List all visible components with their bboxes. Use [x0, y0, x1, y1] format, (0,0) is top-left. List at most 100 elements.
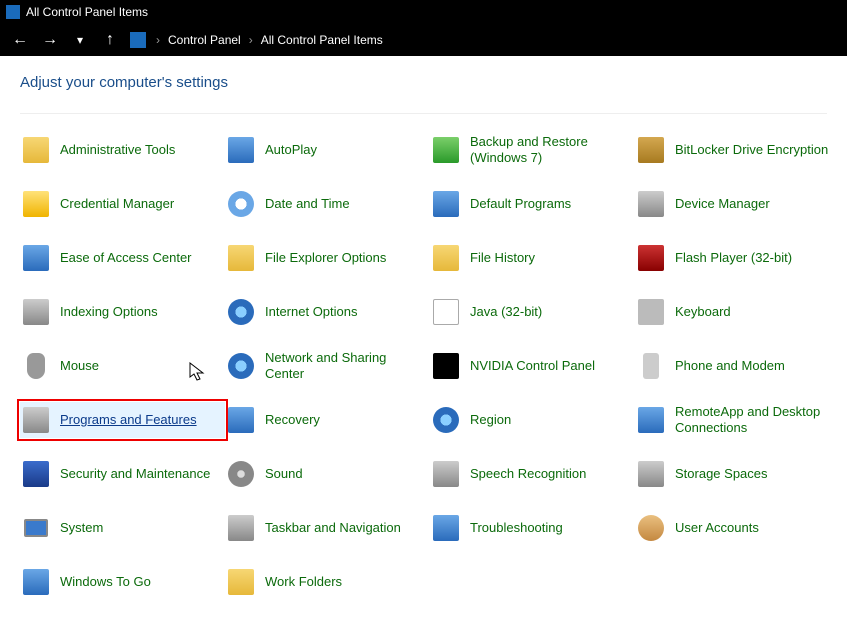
cp-item-speech-recognition[interactable]: Speech Recognition	[430, 456, 635, 492]
security-icon	[22, 460, 50, 488]
cp-item-troubleshooting[interactable]: Troubleshooting	[430, 510, 635, 546]
cp-item-label: Work Folders	[265, 574, 342, 590]
cp-item-label: Storage Spaces	[675, 466, 768, 482]
troubleshoot-icon	[432, 514, 460, 542]
system-icon	[22, 514, 50, 542]
content-area: Adjust your computer's settings Administ…	[0, 56, 847, 618]
window-title: All Control Panel Items	[26, 5, 148, 19]
cp-item-indexing-options[interactable]: Indexing Options	[20, 294, 225, 330]
cp-item-label: Phone and Modem	[675, 358, 785, 374]
speech-icon	[432, 460, 460, 488]
cp-item-internet-options[interactable]: Internet Options	[225, 294, 430, 330]
cp-item-device-manager[interactable]: Device Manager	[635, 186, 840, 222]
breadcrumb[interactable]: › Control Panel › All Control Panel Item…	[156, 33, 383, 47]
cp-item-label: Sound	[265, 466, 303, 482]
cp-item-administrative-tools[interactable]: Administrative Tools	[20, 132, 225, 168]
cp-item-label: Credential Manager	[60, 196, 174, 212]
cp-item-label: Security and Maintenance	[60, 466, 210, 482]
cp-item-label: Ease of Access Center	[60, 250, 192, 266]
nvidia-icon	[432, 352, 460, 380]
cp-item-network-and-sharing-center[interactable]: Network and Sharing Center	[225, 348, 430, 384]
cp-item-programs-and-features[interactable]: Programs and Features	[20, 402, 225, 438]
cp-item-label: Default Programs	[470, 196, 571, 212]
cp-item-file-explorer-options[interactable]: File Explorer Options	[225, 240, 430, 276]
credential-mgr-icon	[22, 190, 50, 218]
cp-item-user-accounts[interactable]: User Accounts	[635, 510, 840, 546]
cp-item-label: Internet Options	[265, 304, 358, 320]
cp-item-storage-spaces[interactable]: Storage Spaces	[635, 456, 840, 492]
cp-item-label: Windows To Go	[60, 574, 151, 590]
recent-dropdown[interactable]: ▾	[70, 33, 90, 47]
titlebar: All Control Panel Items	[0, 0, 847, 24]
cp-item-remoteapp-and-desktop-connections[interactable]: RemoteApp and Desktop Connections	[635, 402, 840, 438]
cp-item-label: Backup and Restore (Windows 7)	[470, 134, 633, 165]
cp-item-recovery[interactable]: Recovery	[225, 402, 430, 438]
address-bar-icon	[130, 32, 146, 48]
up-button[interactable]: ↑	[100, 31, 120, 49]
network-icon	[227, 352, 255, 380]
cp-item-mouse[interactable]: Mouse	[20, 348, 225, 384]
cp-item-label: Region	[470, 412, 511, 428]
internet-options-icon	[227, 298, 255, 326]
indexing-icon	[22, 298, 50, 326]
cp-item-autoplay[interactable]: AutoPlay	[225, 132, 430, 168]
sound-icon	[227, 460, 255, 488]
phone-modem-icon	[637, 352, 665, 380]
cp-item-label: Network and Sharing Center	[265, 350, 428, 381]
cp-item-credential-manager[interactable]: Credential Manager	[20, 186, 225, 222]
cp-item-taskbar-and-navigation[interactable]: Taskbar and Navigation	[225, 510, 430, 546]
chevron-right-icon: ›	[249, 33, 253, 47]
cp-item-java-32-bit[interactable]: Java (32-bit)	[430, 294, 635, 330]
mouse-icon	[22, 352, 50, 380]
cp-item-flash-player-32-bit[interactable]: Flash Player (32-bit)	[635, 240, 840, 276]
date-time-icon	[227, 190, 255, 218]
cp-item-work-folders[interactable]: Work Folders	[225, 564, 430, 600]
admin-tools-icon	[22, 136, 50, 164]
cp-item-security-and-maintenance[interactable]: Security and Maintenance	[20, 456, 225, 492]
cp-item-label: Date and Time	[265, 196, 350, 212]
cp-item-label: Keyboard	[675, 304, 731, 320]
device-manager-icon	[637, 190, 665, 218]
recovery-icon	[227, 406, 255, 434]
cp-item-label: RemoteApp and Desktop Connections	[675, 404, 838, 435]
page-title: Adjust your computer's settings	[20, 74, 827, 91]
cp-item-phone-and-modem[interactable]: Phone and Modem	[635, 348, 840, 384]
cp-item-label: BitLocker Drive Encryption	[675, 142, 828, 158]
forward-button[interactable]: →	[40, 31, 60, 49]
cp-item-windows-to-go[interactable]: Windows To Go	[20, 564, 225, 600]
cp-item-label: AutoPlay	[265, 142, 317, 158]
crumb-control-panel[interactable]: Control Panel	[168, 33, 241, 47]
cp-item-system[interactable]: System	[20, 510, 225, 546]
backup-restore-icon	[432, 136, 460, 164]
cp-item-label: File History	[470, 250, 535, 266]
back-button[interactable]: ←	[10, 31, 30, 49]
programs-features-icon	[22, 406, 50, 434]
cp-item-sound[interactable]: Sound	[225, 456, 430, 492]
cp-item-date-and-time[interactable]: Date and Time	[225, 186, 430, 222]
default-programs-icon	[432, 190, 460, 218]
cp-item-label: Programs and Features	[60, 412, 197, 428]
cp-item-keyboard[interactable]: Keyboard	[635, 294, 840, 330]
cp-item-label: NVIDIA Control Panel	[470, 358, 595, 374]
cp-item-label: System	[60, 520, 103, 536]
ease-access-icon	[22, 244, 50, 272]
cp-item-file-history[interactable]: File History	[430, 240, 635, 276]
bitlocker-icon	[637, 136, 665, 164]
crumb-all-items[interactable]: All Control Panel Items	[261, 33, 383, 47]
region-icon	[432, 406, 460, 434]
cp-item-backup-and-restore-windows-7[interactable]: Backup and Restore (Windows 7)	[430, 132, 635, 168]
cp-item-nvidia-control-panel[interactable]: NVIDIA Control Panel	[430, 348, 635, 384]
cp-item-label: Device Manager	[675, 196, 770, 212]
taskbar-icon	[227, 514, 255, 542]
cp-item-label: Speech Recognition	[470, 466, 586, 482]
cp-item-ease-of-access-center[interactable]: Ease of Access Center	[20, 240, 225, 276]
divider	[20, 113, 827, 114]
windows-to-go-icon	[22, 568, 50, 596]
cp-item-label: Flash Player (32-bit)	[675, 250, 792, 266]
cp-item-label: Java (32-bit)	[470, 304, 542, 320]
cp-item-bitlocker-drive-encryption[interactable]: BitLocker Drive Encryption	[635, 132, 840, 168]
cp-item-region[interactable]: Region	[430, 402, 635, 438]
cp-item-label: User Accounts	[675, 520, 759, 536]
file-explorer-icon	[227, 244, 255, 272]
cp-item-default-programs[interactable]: Default Programs	[430, 186, 635, 222]
